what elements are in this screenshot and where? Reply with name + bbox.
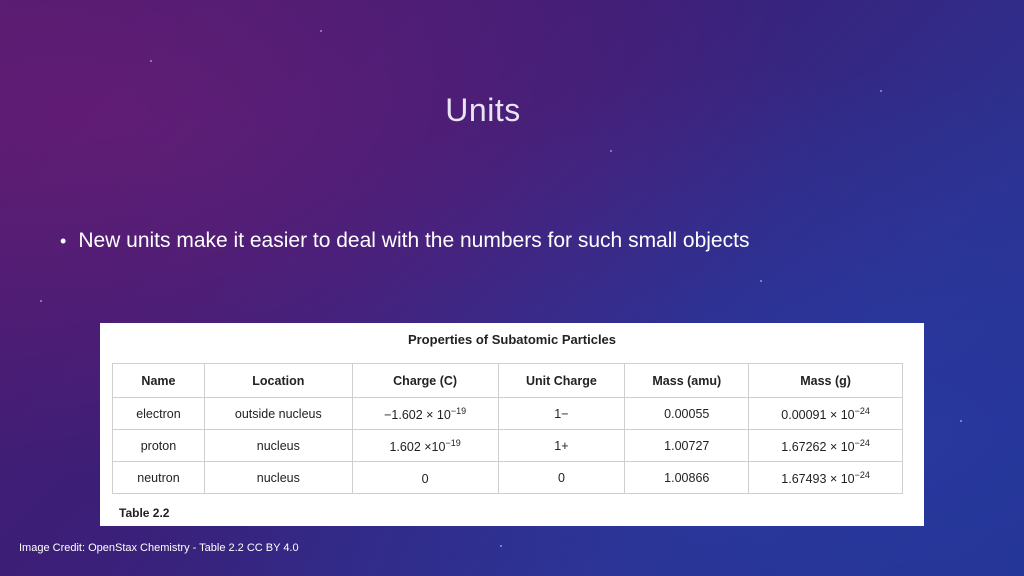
header-name: Name bbox=[112, 363, 205, 398]
slide-title: Units bbox=[445, 92, 521, 128]
header-charge: Charge (C) bbox=[351, 363, 499, 398]
cell-name: neutron bbox=[112, 461, 205, 494]
cell-mass-amu: 1.00727 bbox=[624, 429, 750, 462]
cell-charge: −1.602 × 10−19 bbox=[351, 397, 499, 430]
table-row: electron outside nucleus −1.602 × 10−19 … bbox=[112, 397, 903, 430]
table-row: neutron nucleus 0 0 1.00866 1.67493 × 10… bbox=[112, 461, 903, 494]
header-unit-charge: Unit Charge bbox=[497, 363, 626, 398]
header-location: Location bbox=[203, 363, 353, 398]
table-row: proton nucleus 1.602 ×10−19 1+ 1.00727 1… bbox=[112, 429, 903, 462]
header-mass-g: Mass (g) bbox=[748, 363, 903, 398]
cell-unit-charge: 1− bbox=[497, 397, 626, 430]
table-label: Table 2.2 bbox=[119, 506, 170, 520]
cell-mass-amu: 0.00055 bbox=[624, 397, 750, 430]
cell-unit-charge: 1+ bbox=[497, 429, 626, 462]
cell-location: nucleus bbox=[203, 461, 353, 494]
cell-mass-g: 1.67262 × 10−24 bbox=[748, 429, 903, 462]
table-title: Properties of Subatomic Particles bbox=[407, 332, 617, 347]
cell-mass-g: 0.00091 × 10−24 bbox=[748, 397, 903, 430]
cell-location: nucleus bbox=[203, 429, 353, 462]
cell-mass-amu: 1.00866 bbox=[624, 461, 750, 494]
cell-charge: 1.602 ×10−19 bbox=[351, 429, 499, 462]
cell-name: electron bbox=[112, 397, 205, 430]
cell-charge: 0 bbox=[351, 461, 499, 494]
cell-name: proton bbox=[112, 429, 205, 462]
bullet-text: New units make it easier to deal with th… bbox=[78, 229, 750, 252]
cell-unit-charge: 0 bbox=[497, 461, 626, 494]
header-mass-amu: Mass (amu) bbox=[624, 363, 750, 398]
subatomic-particles-table: Name Location Charge (C) Unit Charge Mas… bbox=[112, 363, 903, 494]
image-credit: Image Credit: OpenStax Chemistry - Table… bbox=[19, 542, 299, 554]
cell-mass-g: 1.67493 × 10−24 bbox=[748, 461, 903, 494]
bullet-item: • New units make it easier to deal with … bbox=[60, 229, 749, 253]
table-header-row: Name Location Charge (C) Unit Charge Mas… bbox=[112, 363, 903, 398]
bullet-icon: • bbox=[60, 230, 67, 251]
cell-location: outside nucleus bbox=[203, 397, 353, 430]
table-image: Properties of Subatomic Particles Name L… bbox=[100, 323, 924, 526]
